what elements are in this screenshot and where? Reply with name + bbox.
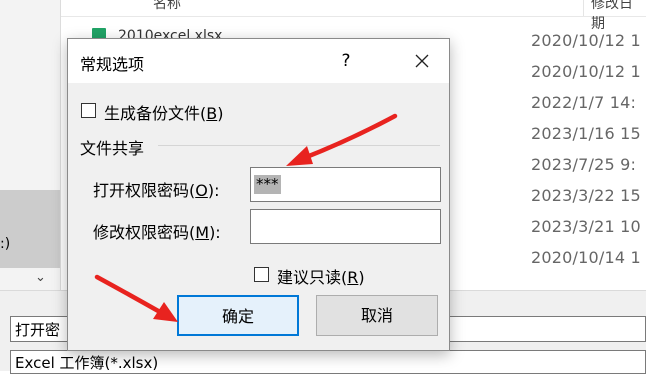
file-name-input-value[interactable]: 打开密 bbox=[15, 319, 60, 340]
open-password-input[interactable]: *** bbox=[250, 167, 441, 202]
open-password-value: *** bbox=[254, 175, 281, 194]
modify-password-input[interactable] bbox=[250, 209, 441, 244]
file-date: 2020/10/14 1 bbox=[531, 248, 641, 267]
file-date: 2020/10/12 1 bbox=[531, 31, 641, 50]
readonly-checkbox[interactable] bbox=[254, 267, 269, 282]
help-button[interactable]: ? bbox=[326, 47, 366, 75]
open-password-label: 打开权限密码(O): bbox=[93, 181, 220, 200]
navigation-selected-item[interactable] bbox=[0, 190, 60, 268]
cancel-button[interactable]: 取消 bbox=[316, 295, 438, 336]
file-date: 2022/1/7 14: bbox=[531, 93, 637, 112]
close-button[interactable] bbox=[402, 47, 442, 75]
file-date: 2020/10/12 1 bbox=[531, 62, 641, 81]
general-options-dialog: 常规选项 ? 生成备份文件(B) 文件共享 打开权限密码(O): *** 修改权… bbox=[67, 38, 450, 351]
column-header-name[interactable]: 名称 bbox=[153, 0, 181, 13]
file-date: 2023/3/22 15 bbox=[531, 186, 641, 205]
ok-button[interactable]: 确定 bbox=[177, 295, 299, 336]
file-sharing-section-title: 文件共享 bbox=[80, 139, 145, 158]
readonly-checkbox-label[interactable]: 建议只读(R) bbox=[277, 264, 365, 288]
dialog-titlebar: 常规选项 ? bbox=[68, 39, 449, 83]
file-date: 2023/1/16 15 bbox=[531, 124, 641, 143]
section-divider bbox=[158, 145, 440, 146]
column-header-date[interactable]: 修改日期 bbox=[591, 0, 646, 33]
file-list-header: 名称 修改日期 bbox=[61, 0, 646, 32]
dialog-title: 常规选项 bbox=[80, 55, 145, 74]
backup-checkbox[interactable] bbox=[81, 103, 96, 118]
close-icon bbox=[415, 54, 429, 68]
backup-checkbox-label[interactable]: 生成备份文件(B) bbox=[104, 100, 223, 124]
scroll-down-chevron-icon[interactable]: ⌄ bbox=[35, 270, 46, 285]
modify-password-label: 修改权限密码(M): bbox=[93, 223, 221, 242]
column-separator[interactable] bbox=[583, 0, 584, 16]
navigation-item-partial[interactable]: :) bbox=[0, 236, 10, 252]
file-date: 2023/7/25 9: bbox=[531, 155, 637, 174]
file-date: 2023/3/21 10 bbox=[531, 217, 641, 236]
pane-divider bbox=[60, 0, 61, 290]
